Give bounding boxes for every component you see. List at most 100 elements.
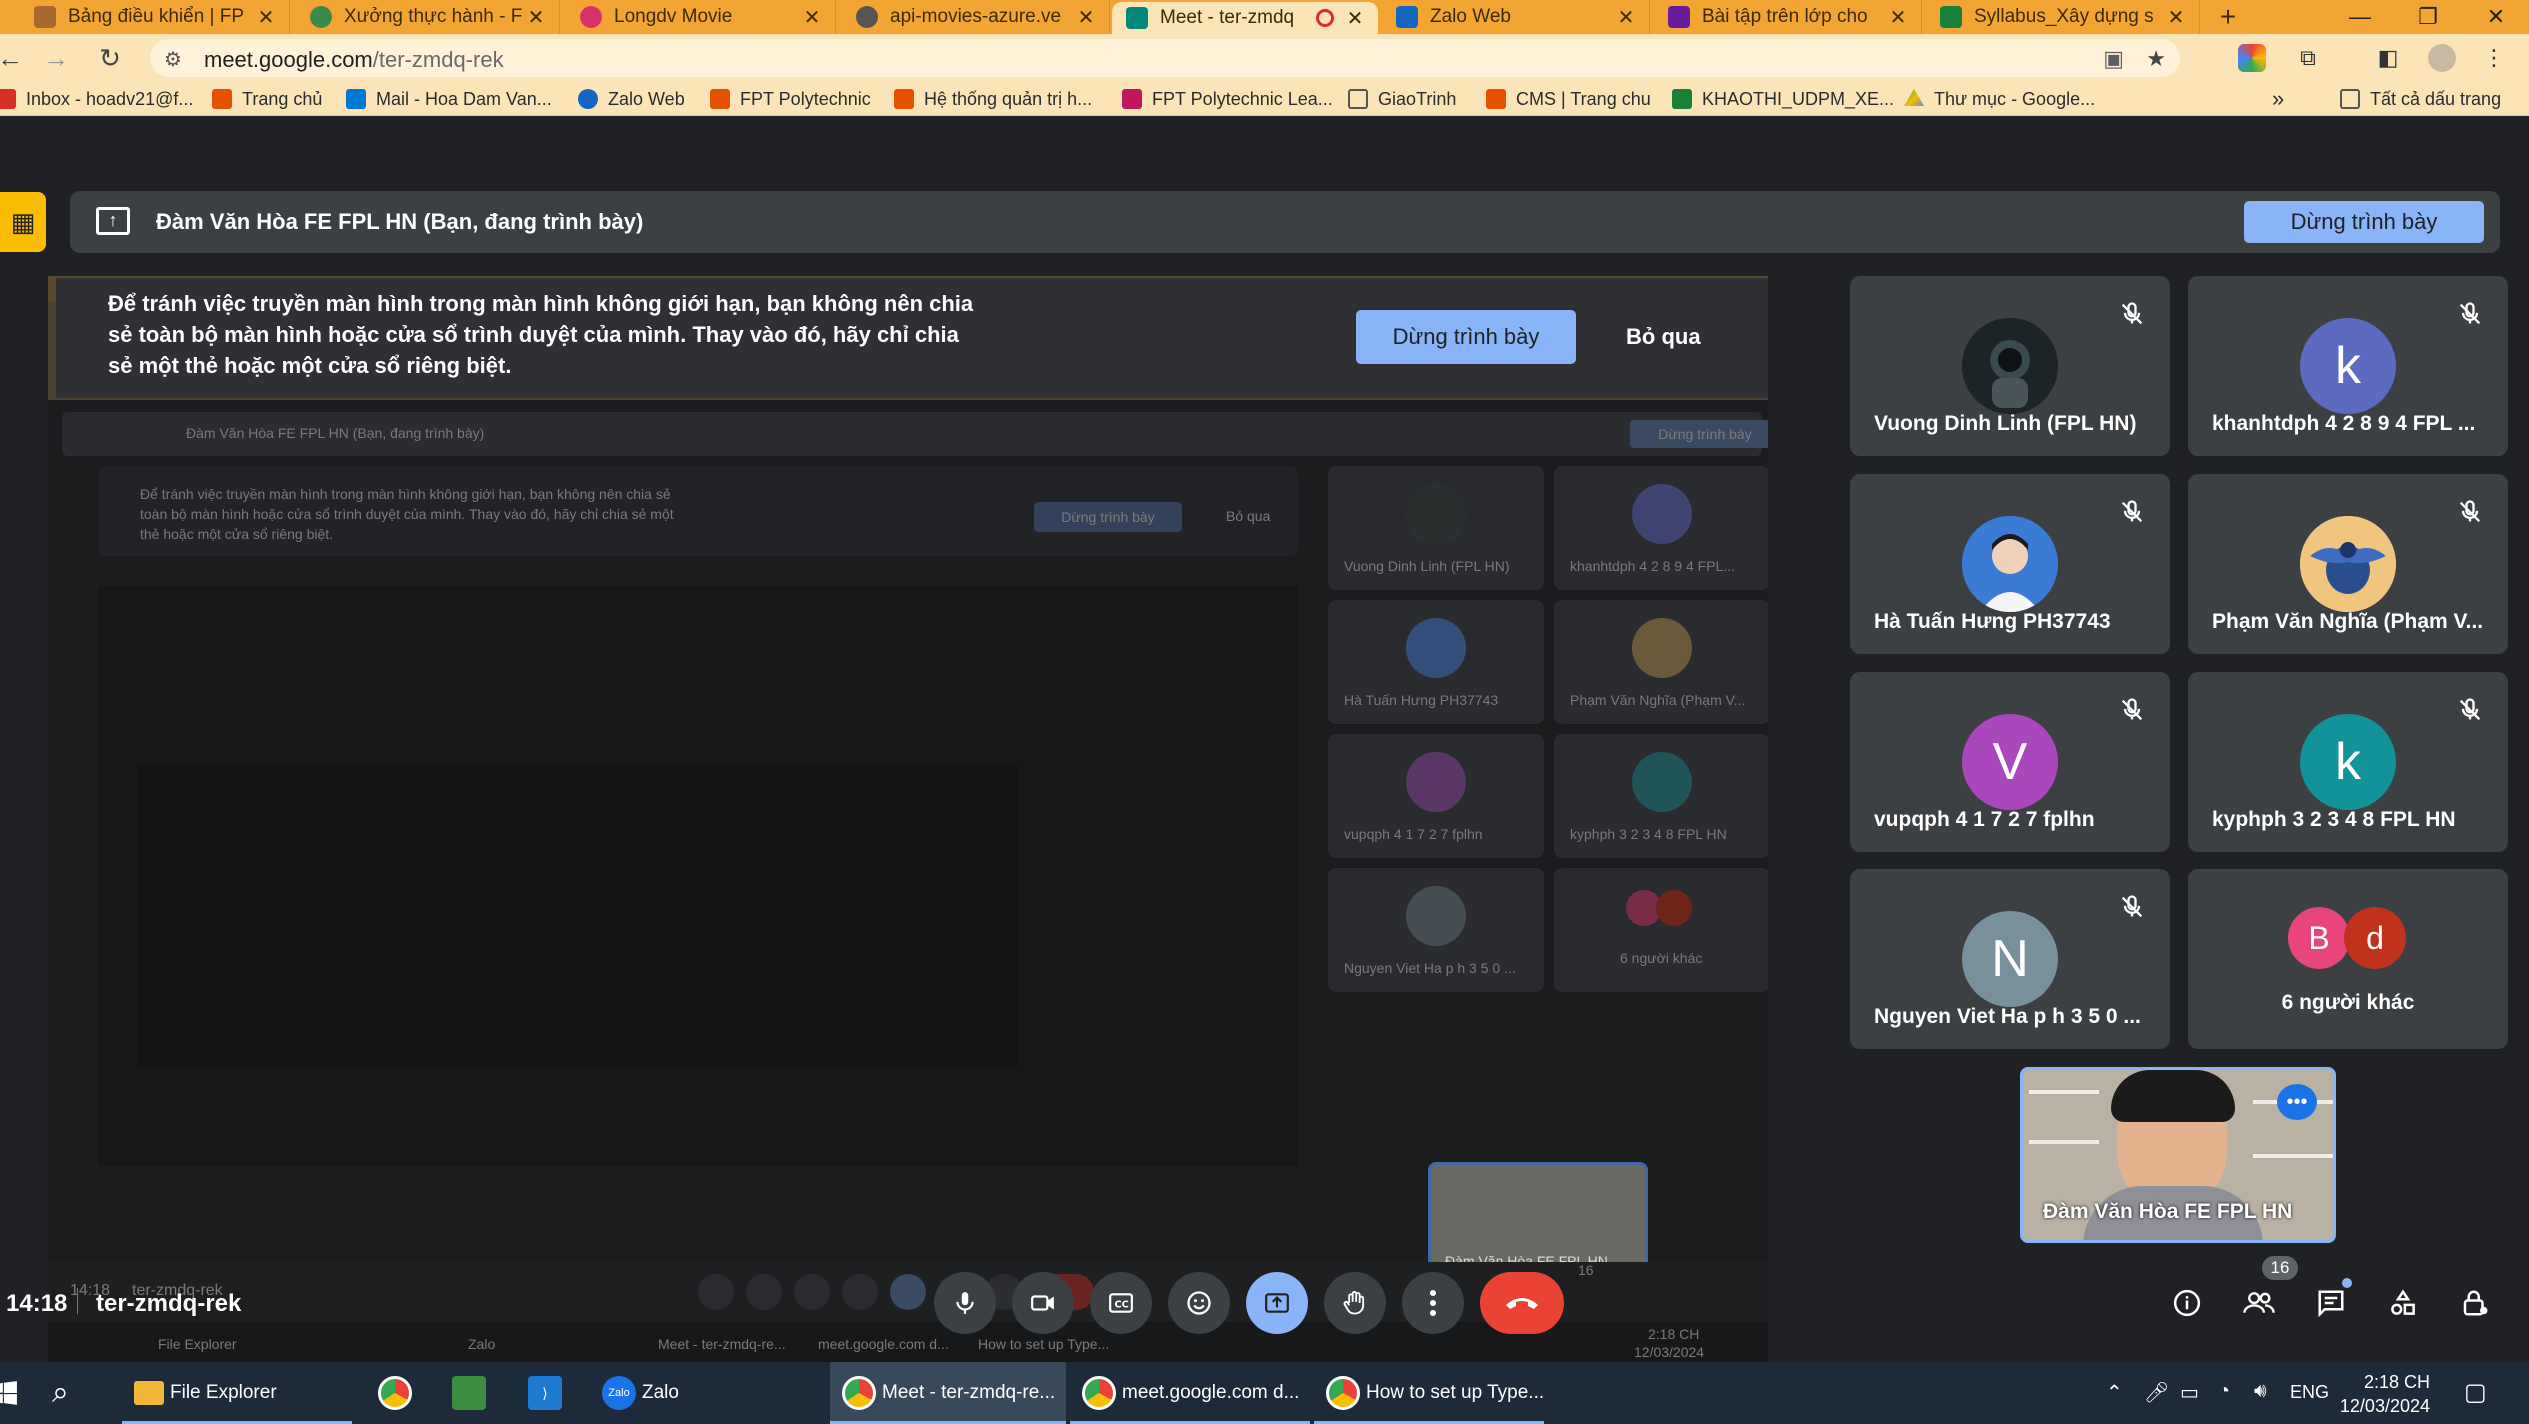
forward-icon[interactable]: → (38, 40, 74, 76)
tab-bai-tap[interactable]: Bài tập trên lớp cho ✕ (1654, 0, 1922, 34)
close-tab-icon[interactable]: ✕ (1342, 6, 1368, 31)
close-window-icon[interactable]: ✕ (2466, 0, 2526, 34)
minimize-icon[interactable]: — (2330, 0, 2390, 34)
mirrored-mic-button (698, 1274, 734, 1310)
tab-api-movies[interactable]: api-movies-azure.ve ✕ (842, 0, 1110, 34)
search-icon[interactable]: ⌕ (52, 1362, 102, 1424)
site-settings-icon[interactable]: ⚙ (164, 47, 182, 72)
close-tab-icon[interactable]: ✕ (523, 5, 549, 30)
taskbar-zalo[interactable]: Zalo Zalo (590, 1362, 710, 1424)
bookmark-fpt-learning[interactable]: FPT Polytechnic Lea... (1122, 82, 1333, 116)
activities-icon[interactable] (2380, 1280, 2426, 1326)
bookmark-giaotrinh[interactable]: GiaoTrinh (1348, 82, 1456, 116)
tab-meet[interactable]: Meet - ter-zmdq ✕ (1112, 2, 1378, 34)
raise-hand-button[interactable] (1324, 1272, 1386, 1334)
tab-xuong-thuc-hanh[interactable]: Xưởng thực hành - F ✕ (296, 0, 560, 34)
taskbar-meet-google[interactable]: meet.google.com d... (1070, 1362, 1310, 1424)
leave-call-button[interactable] (1480, 1272, 1564, 1334)
wifi-icon[interactable]: ◔ (2218, 1380, 2230, 1403)
camera-in-use-icon[interactable]: ▣ (2103, 46, 2124, 72)
present-screen-button[interactable] (1246, 1272, 1308, 1334)
warning-dismiss-button[interactable]: Bỏ qua (1626, 324, 1701, 350)
taskbar-notepad[interactable] (440, 1362, 500, 1424)
self-view-tile[interactable]: Đàm Văn Hòa FE FPL HN ••• (2020, 1067, 2336, 1243)
new-tab-icon[interactable]: + (2208, 0, 2248, 34)
close-tab-icon[interactable]: ✕ (1613, 5, 1639, 30)
others-tile[interactable]: B d 6 người khác (2188, 869, 2508, 1049)
muted-mic-icon (2459, 698, 2481, 721)
side-panel-icon[interactable]: ◧ (2374, 44, 2402, 72)
close-tab-icon[interactable]: ✕ (1885, 5, 1911, 30)
participant-tile[interactable]: V vupqph 4 1 7 2 7 fplhn (1850, 672, 2170, 852)
tray-overflow-icon[interactable]: ⌃ (2106, 1380, 2123, 1405)
volume-icon[interactable]: 🔊︎ (2254, 1380, 2267, 1403)
tab-zalo-web[interactable]: Zalo Web ✕ (1382, 0, 1650, 34)
video-camera-icon (1031, 1295, 1054, 1311)
participant-tile[interactable]: N Nguyen Viet Ha p h 3 5 0 ... (1850, 869, 2170, 1049)
taskbar-chrome[interactable] (366, 1362, 426, 1424)
taskbar-label: File Explorer (170, 1382, 277, 1403)
close-tab-icon[interactable]: ✕ (1073, 5, 1099, 30)
microphone-tray-icon[interactable]: 🎤︎ (2144, 1380, 2169, 1405)
meeting-details-icon[interactable] (2164, 1280, 2210, 1326)
bookmarks-overflow-icon[interactable]: » (2272, 82, 2284, 116)
tab-longdv-movie[interactable]: Longdv Movie ✕ (566, 0, 836, 34)
profile-avatar[interactable] (2428, 44, 2456, 72)
bookmark-drive[interactable]: Thư mục - Google... (1904, 82, 2095, 116)
muted-mic-icon (2121, 895, 2143, 918)
start-button[interactable] (0, 1362, 30, 1424)
warning-stop-presenting-button[interactable]: Dừng trình bày (1356, 310, 1576, 364)
bookmark-zalo[interactable]: Zalo Web (578, 82, 685, 116)
bookmark-label: FPT Polytechnic (740, 88, 871, 109)
bookmark-khaothi[interactable]: KHAOTHI_UDPM_XE... (1672, 82, 1894, 116)
tab-dashboard[interactable]: Bảng điều khiển | FP ✕ (20, 0, 290, 34)
close-tab-icon[interactable]: ✕ (253, 5, 279, 30)
more-menu-icon[interactable]: ⋮ (2480, 44, 2508, 72)
bookmark-cms[interactable]: CMS | Trang chu (1486, 82, 1651, 116)
microphone-button[interactable] (934, 1272, 996, 1334)
taskbar-meet-window[interactable]: Meet - ter-zmdq-re... (830, 1362, 1066, 1424)
notifications-icon[interactable]: ▢ (2464, 1378, 2487, 1407)
self-view-options-icon[interactable]: ••• (2277, 1084, 2317, 1120)
close-tab-icon[interactable]: ✕ (2163, 5, 2189, 30)
more-vertical-icon (1430, 1290, 1436, 1316)
battery-icon[interactable]: ▭ (2180, 1380, 2199, 1405)
extension-icon[interactable] (2238, 44, 2266, 72)
bookmark-inbox[interactable]: Inbox - hoadv21@f... (0, 82, 193, 116)
camera-button[interactable] (1012, 1272, 1074, 1334)
presenting-badge-icon[interactable]: ▦ (0, 192, 46, 252)
emoji-reaction-button[interactable] (1168, 1272, 1230, 1334)
participant-tile[interactable]: k kyphph 3 2 3 4 8 FPL HN (2188, 672, 2508, 852)
mirrored-warning-line: toàn bộ màn hình hoặc cửa sổ trình duyệt… (140, 506, 674, 522)
mirrored-avatar (1406, 752, 1466, 812)
close-tab-icon[interactable]: ✕ (799, 5, 825, 30)
mirrored-name: vupqph 4 1 7 2 7 fplhn (1344, 826, 1483, 842)
taskbar-typescript[interactable]: How to set up Type... (1314, 1362, 1544, 1424)
participant-tile[interactable]: k khanhtdph 4 2 8 9 4 FPL ... (2188, 276, 2508, 456)
host-controls-icon[interactable] (2452, 1280, 2498, 1326)
participant-tile[interactable]: Phạm Văn Nghĩa (Phạm V... (2188, 474, 2508, 654)
system-clock[interactable]: 2:18 CH 12/03/2024 (2330, 1370, 2430, 1418)
language-indicator[interactable]: ENG (2290, 1382, 2329, 1403)
extensions-puzzle-icon[interactable]: ⧉ (2294, 44, 2322, 72)
bookmark-star-icon[interactable]: ★ (2146, 46, 2166, 72)
mirrored-warning-line: thẻ hoặc một cửa sổ riêng biệt. (140, 526, 334, 542)
participant-tile[interactable]: Vuong Dinh Linh (FPL HN) (1850, 276, 2170, 456)
bookmark-outlook[interactable]: Mail - Hoa Dam Van... (346, 82, 552, 116)
address-bar[interactable]: ⚙ meet.google.com/ter-zmdq-rek ▣ ★ (150, 39, 2180, 77)
bookmark-he-thong[interactable]: Hệ thống quản trị h... (894, 82, 1092, 116)
people-icon[interactable] (2236, 1280, 2282, 1326)
reload-icon[interactable]: ↻ (92, 40, 128, 76)
restore-icon[interactable]: ❐ (2398, 0, 2458, 34)
participant-tile[interactable]: Hà Tuấn Hưng PH37743 (1850, 474, 2170, 654)
captions-button[interactable]: CC (1090, 1272, 1152, 1334)
bookmark-fpt-polytechnic[interactable]: FPT Polytechnic (710, 82, 871, 116)
taskbar-vscode[interactable]: ⟩ (516, 1362, 576, 1424)
bookmark-trang-chu[interactable]: Trang chủ (212, 82, 322, 116)
back-icon[interactable]: ← (0, 40, 28, 76)
tab-syllabus[interactable]: Syllabus_Xây dựng s ✕ (1926, 0, 2200, 34)
all-bookmarks[interactable]: Tất cả dấu trang (2340, 82, 2501, 116)
taskbar-file-explorer[interactable]: File Explorer (122, 1362, 352, 1424)
more-options-button[interactable] (1402, 1272, 1464, 1334)
stop-presenting-button[interactable]: Dừng trình bày (2244, 201, 2484, 243)
